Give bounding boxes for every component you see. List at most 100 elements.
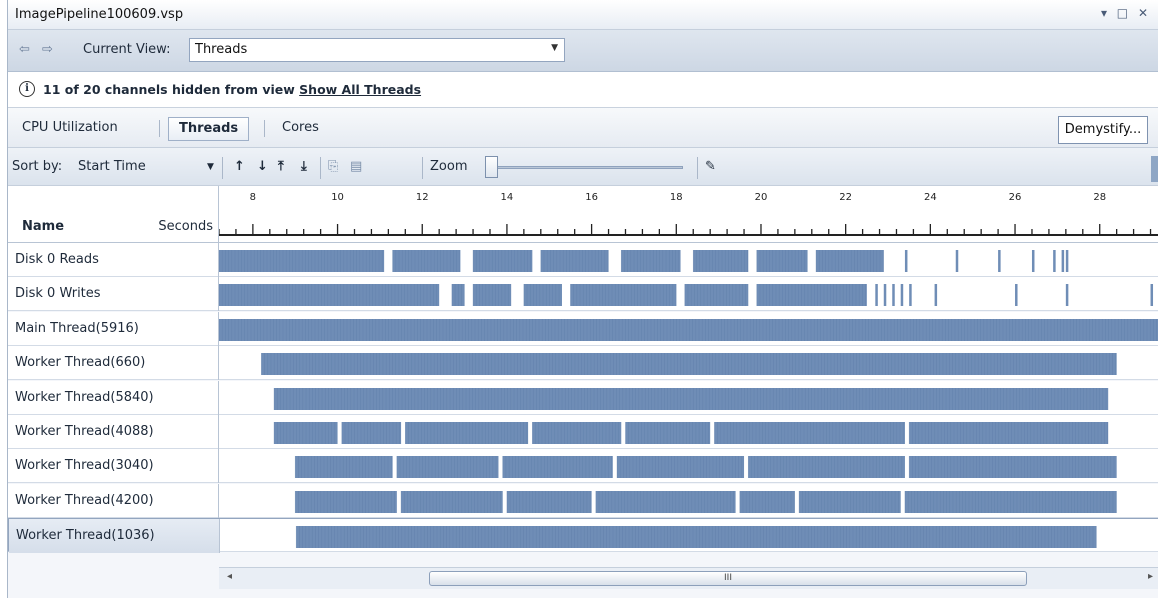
ruler-tick-label: 16	[585, 192, 598, 203]
view-bar: ⇦ ⇨ Current View: Threads ▼	[8, 30, 1158, 72]
move-top-icon[interactable]: ⤒	[278, 159, 284, 174]
execution-segment[interactable]	[274, 387, 1109, 410]
current-view-value: Threads	[195, 42, 248, 57]
ruler-tick-label: 26	[1009, 192, 1022, 203]
thread-row[interactable]: Worker Thread(1036)	[8, 518, 1158, 554]
execution-segment[interactable]	[595, 490, 736, 513]
io-event-tick[interactable]	[875, 284, 878, 307]
show-all-threads-link[interactable]: Show All Threads	[299, 82, 421, 97]
move-down-icon[interactable]: ↓	[257, 159, 268, 174]
execution-segment[interactable]	[341, 422, 402, 444]
sort-by-select[interactable]: Start Time	[78, 159, 146, 174]
io-event-tick[interactable]	[998, 250, 1001, 272]
thread-name[interactable]: Worker Thread(1036)	[9, 519, 220, 554]
name-header[interactable]: Name	[22, 219, 64, 234]
ruler-tick-label: 20	[755, 192, 768, 203]
thread-row[interactable]: Disk 0 Reads	[8, 243, 1158, 277]
toolbar-grip[interactable]	[1151, 156, 1158, 182]
io-event-tick[interactable]	[934, 284, 938, 307]
io-event-tick[interactable]	[1031, 250, 1035, 272]
thread-name[interactable]: Worker Thread(660)	[8, 346, 219, 381]
thread-lane-svg	[218, 250, 1069, 272]
tab-cores[interactable]: Cores	[272, 117, 329, 141]
thread-name[interactable]: Worker Thread(5840)	[8, 380, 219, 415]
io-event-tick[interactable]	[909, 284, 912, 307]
io-event-tick[interactable]	[904, 250, 908, 272]
thread-lane	[219, 381, 1158, 415]
thread-row[interactable]: Disk 0 Writes	[8, 277, 1158, 312]
execution-segment[interactable]	[502, 456, 613, 479]
toolbar-separator	[320, 157, 321, 179]
thread-row[interactable]: Worker Thread(660)	[8, 346, 1158, 381]
threads-toolbar: Sort by: Start Time ▼ ↑ ↓ ⤒ ⤓ ⎘ ▤ Zoom ✎	[8, 148, 1158, 186]
thread-row[interactable]: Worker Thread(3040)	[8, 449, 1158, 484]
thread-name[interactable]: Worker Thread(3040)	[8, 449, 219, 484]
io-event-tick[interactable]	[900, 284, 904, 307]
execution-segment[interactable]	[532, 422, 622, 444]
current-view-select[interactable]: Threads ▼	[189, 38, 565, 62]
name-column-header: Name Seconds	[8, 186, 219, 243]
pen-icon[interactable]: ✎	[705, 159, 716, 174]
thread-row[interactable]: Worker Thread(4200)	[8, 483, 1158, 518]
zoom-label: Zoom	[430, 159, 468, 174]
scroll-right-icon[interactable]: ▸	[1148, 571, 1153, 582]
toolbar-separator	[697, 157, 698, 179]
info-icon: i	[19, 81, 35, 97]
execution-segment[interactable]	[739, 490, 795, 513]
ruler-tick-label: 10	[331, 192, 344, 203]
nav-arrows-icon[interactable]: ⇦ ⇨	[19, 42, 57, 57]
scroll-left-icon[interactable]: ◂	[227, 571, 232, 582]
thread-name[interactable]: Disk 0 Writes	[8, 277, 219, 312]
ruler-tick-label: 28	[1093, 192, 1106, 203]
save-report-icon[interactable]: ▤	[350, 159, 362, 174]
thread-lane	[220, 519, 1158, 553]
execution-segment[interactable]	[909, 422, 1109, 444]
thread-row[interactable]: Worker Thread(4088)	[8, 415, 1158, 449]
execution-segment[interactable]	[693, 250, 749, 272]
thread-row[interactable]: Worker Thread(5840)	[8, 380, 1158, 415]
move-up-icon[interactable]: ↑	[234, 159, 245, 174]
execution-segment[interactable]	[756, 284, 867, 307]
toolbar-separator	[222, 157, 223, 179]
io-event-tick[interactable]	[1053, 250, 1056, 272]
execution-segment[interactable]	[219, 250, 385, 272]
seconds-header: Seconds	[158, 219, 213, 234]
execution-segment[interactable]	[473, 250, 533, 272]
zoom-slider-track[interactable]	[488, 166, 683, 169]
ruler-tick-label: 22	[839, 192, 852, 203]
window-controls[interactable]: ▾ □ ✕	[1101, 6, 1151, 20]
thread-lane-svg	[294, 456, 1117, 479]
zoom-slider-thumb[interactable]	[485, 156, 498, 178]
time-ruler: 8 10 12 14 16 18 20 22 24 26 28	[219, 186, 1158, 243]
execution-segment[interactable]	[295, 456, 393, 479]
io-event-tick[interactable]	[1150, 284, 1154, 307]
thread-lane-svg	[218, 284, 1154, 307]
thread-row[interactable]: Main Thread(5916)	[8, 311, 1158, 346]
scroll-thumb[interactable]: III	[429, 571, 1027, 586]
io-event-tick[interactable]	[1065, 284, 1069, 307]
info-bar: i 11 of 20 channels hidden from view Sho…	[8, 72, 1158, 108]
tab-cpu-utilization[interactable]: CPU Utilization	[12, 117, 128, 141]
io-event-tick[interactable]	[892, 284, 895, 307]
execution-segment[interactable]	[748, 456, 905, 479]
tab-threads[interactable]: Threads	[168, 117, 250, 141]
demystify-button[interactable]: Demystify...	[1058, 116, 1148, 144]
hidden-channels-text: 11 of 20 channels hidden from view	[43, 82, 295, 97]
io-event-tick[interactable]	[955, 250, 959, 272]
thread-name[interactable]: Worker Thread(4200)	[8, 483, 219, 518]
move-bottom-icon[interactable]: ⤓	[301, 159, 307, 174]
io-event-tick[interactable]	[883, 284, 887, 307]
execution-segment[interactable]	[219, 284, 440, 307]
sort-dropdown-icon[interactable]: ▼	[207, 162, 214, 172]
io-event-tick[interactable]	[1015, 284, 1018, 307]
horizontal-scrollbar[interactable]: ◂ III ▸	[219, 567, 1158, 589]
execution-segment[interactable]	[909, 456, 1117, 479]
execution-segment[interactable]	[621, 250, 681, 272]
execution-segment[interactable]	[405, 422, 529, 444]
thread-name[interactable]: Disk 0 Reads	[8, 243, 219, 277]
thread-name[interactable]: Main Thread(5916)	[8, 311, 219, 346]
io-event-tick[interactable]	[1065, 250, 1069, 272]
thread-name[interactable]: Worker Thread(4088)	[8, 415, 219, 449]
io-event-tick[interactable]	[1061, 250, 1065, 272]
export-icon[interactable]: ⎘	[328, 159, 338, 174]
